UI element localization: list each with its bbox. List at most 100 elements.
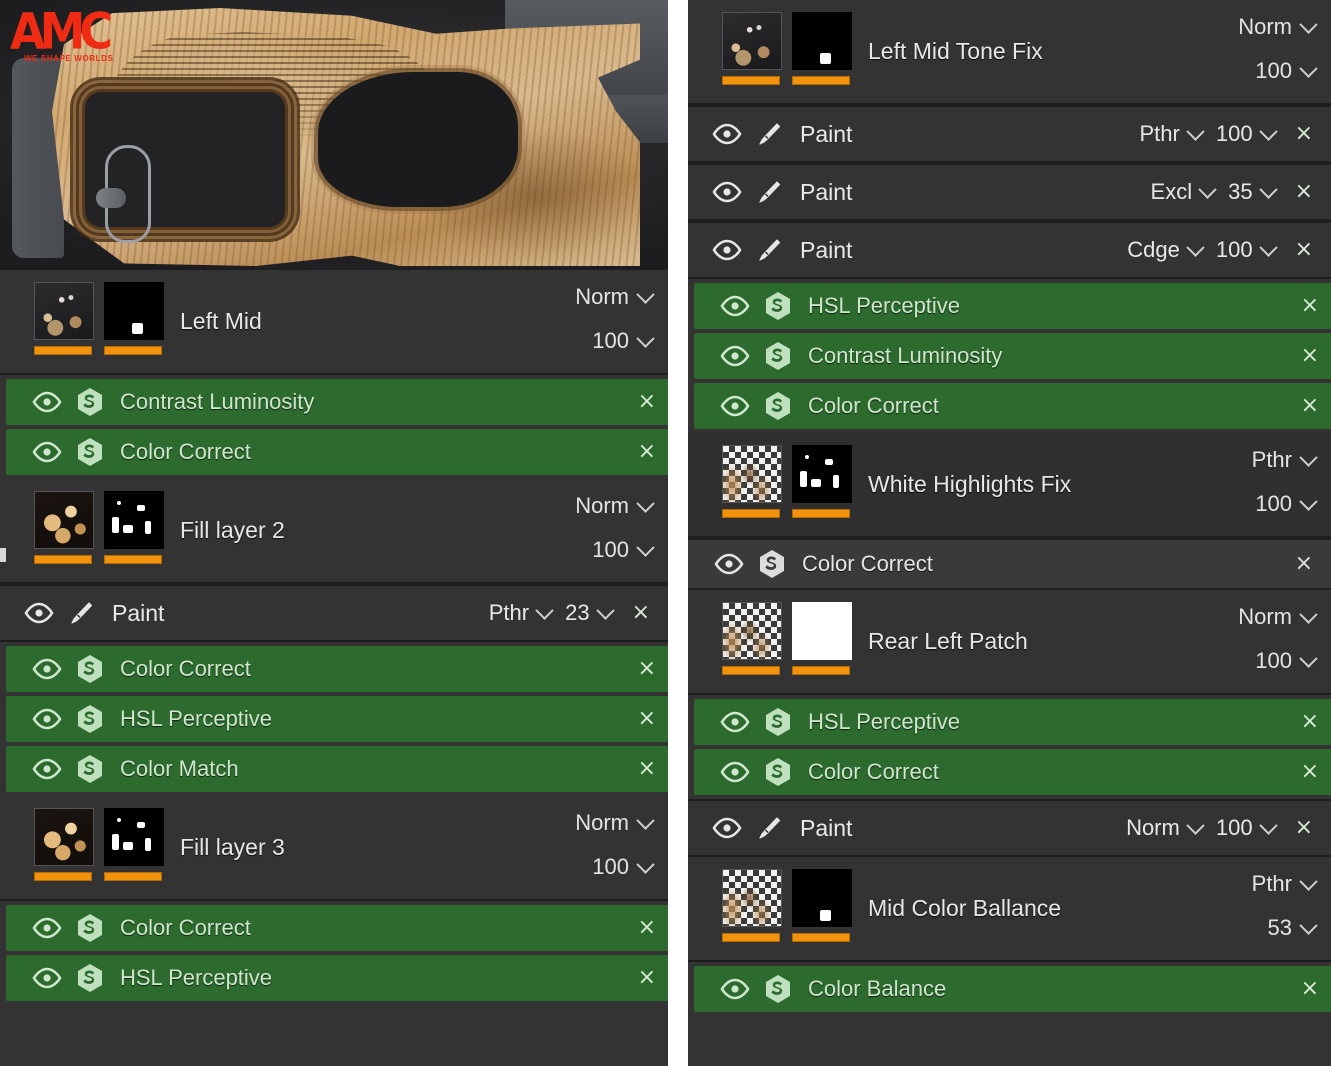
paint-opacity-dropdown[interactable]: 100 (1216, 121, 1275, 147)
content-channel-bar[interactable] (722, 666, 780, 675)
layer-row-fill[interactable]: Left Mid Norm 100 (0, 270, 668, 375)
eye-icon[interactable] (712, 123, 742, 145)
eye-icon[interactable] (712, 817, 742, 839)
mask-thumbnail-group[interactable] (792, 445, 852, 518)
mask-channel-bar[interactable] (104, 872, 162, 881)
chevron-down-icon[interactable] (636, 811, 654, 829)
content-thumbnail[interactable] (722, 602, 782, 660)
content-thumbnail-group[interactable] (722, 869, 782, 942)
remove-effect-button[interactable]: × (1297, 759, 1323, 785)
mask-channel-bar[interactable] (104, 555, 162, 564)
eye-icon[interactable] (720, 295, 750, 317)
paint-row[interactable]: Paint Norm 100 × (688, 799, 1331, 857)
paint-row[interactable]: Paint Pthr 100 × (688, 105, 1331, 163)
chevron-down-icon[interactable] (636, 538, 654, 556)
effect-hexagon-icon[interactable] (76, 754, 104, 784)
paint-opacity-dropdown[interactable]: 35 (1228, 179, 1274, 205)
layer-row-fill[interactable]: Left Mid Tone Fix Norm 100 (688, 0, 1331, 105)
eye-icon[interactable] (720, 761, 750, 783)
chevron-down-icon[interactable] (1299, 15, 1317, 33)
paint-blend-dropdown[interactable]: Pthr (1139, 121, 1201, 147)
brush-icon[interactable] (756, 179, 782, 205)
effect-row[interactable]: Contrast Luminosity × (694, 333, 1331, 379)
effect-hexagon-icon[interactable] (76, 704, 104, 734)
paint-opacity-dropdown[interactable]: 23 (565, 600, 611, 626)
effect-hexagon-icon[interactable] (76, 437, 104, 467)
effect-row[interactable]: Color Match × (6, 746, 668, 792)
mask-thumbnail[interactable] (104, 491, 164, 549)
paint-blend-dropdown[interactable]: Excl (1151, 179, 1215, 205)
eye-icon[interactable] (32, 758, 62, 780)
effect-row[interactable]: Contrast Luminosity × (6, 379, 668, 425)
eye-icon[interactable] (32, 658, 62, 680)
remove-effect-button[interactable]: × (634, 965, 660, 991)
eye-icon[interactable] (32, 917, 62, 939)
eye-icon[interactable] (720, 978, 750, 1000)
chevron-down-icon[interactable] (1186, 816, 1204, 834)
paint-blend-dropdown[interactable]: Cdge (1127, 237, 1202, 263)
eye-icon[interactable] (32, 967, 62, 989)
blend-mode-dropdown[interactable]: Pthr (1252, 871, 1315, 897)
effect-hexagon-icon[interactable] (764, 707, 792, 737)
layer-name[interactable]: Fill layer 3 (180, 834, 285, 861)
effect-hexagon-icon[interactable] (764, 391, 792, 421)
chevron-down-icon[interactable] (636, 494, 654, 512)
mask-channel-bar[interactable] (104, 346, 162, 355)
remove-effect-button[interactable]: × (634, 706, 660, 732)
chevron-down-icon[interactable] (1259, 180, 1277, 198)
eye-icon[interactable] (712, 239, 742, 261)
eye-icon[interactable] (32, 391, 62, 413)
chevron-down-icon[interactable] (1186, 238, 1204, 256)
opacity-dropdown[interactable]: 100 (592, 328, 652, 354)
chevron-down-icon[interactable] (1299, 916, 1317, 934)
effect-hexagon-icon[interactable] (758, 549, 786, 579)
effect-row[interactable]: Color Correct × (694, 383, 1331, 429)
blend-mode-dropdown[interactable]: Norm (575, 493, 652, 519)
mask-channel-bar[interactable] (792, 666, 850, 675)
content-thumbnail-group[interactable] (34, 282, 94, 355)
remove-paint-button[interactable]: × (1291, 121, 1317, 147)
remove-effect-button[interactable]: × (1297, 343, 1323, 369)
eye-icon[interactable] (24, 602, 54, 624)
opacity-dropdown[interactable]: 100 (1255, 58, 1315, 84)
content-channel-bar[interactable] (722, 933, 780, 942)
chevron-down-icon[interactable] (1259, 816, 1277, 834)
effect-row[interactable]: HSL Perceptive × (6, 696, 668, 742)
remove-effect-button[interactable]: × (634, 389, 660, 415)
paint-row[interactable]: Paint Pthr 23 × (0, 584, 668, 642)
chevron-down-icon[interactable] (636, 285, 654, 303)
content-channel-bar[interactable] (34, 346, 92, 355)
effect-row[interactable]: HSL Perceptive × (694, 699, 1331, 745)
paint-row[interactable]: Paint Cdge 100 × (688, 221, 1331, 279)
effect-hexagon-icon[interactable] (76, 654, 104, 684)
paint-row[interactable]: Paint Excl 35 × (688, 163, 1331, 221)
effect-row[interactable]: HSL Perceptive × (6, 955, 668, 1001)
remove-paint-button[interactable]: × (1291, 815, 1317, 841)
effect-hexagon-icon[interactable] (764, 757, 792, 787)
blend-mode-dropdown[interactable]: Pthr (1252, 447, 1315, 473)
content-channel-bar[interactable] (722, 509, 780, 518)
mask-thumbnail[interactable] (792, 602, 852, 660)
chevron-down-icon[interactable] (1299, 492, 1317, 510)
layer-row-fill[interactable]: White Highlights Fix Pthr 100 (688, 433, 1331, 538)
effect-row[interactable]: Color Balance × (694, 966, 1331, 1012)
mask-thumbnail-group[interactable] (104, 808, 164, 881)
remove-effect-button[interactable]: × (634, 915, 660, 941)
mask-thumbnail[interactable] (104, 282, 164, 340)
opacity-dropdown[interactable]: 100 (592, 854, 652, 880)
brush-icon[interactable] (756, 121, 782, 147)
chevron-down-icon[interactable] (636, 329, 654, 347)
eye-icon[interactable] (720, 395, 750, 417)
content-thumbnail[interactable] (722, 445, 782, 503)
content-thumbnail-group[interactable] (722, 445, 782, 518)
content-thumbnail[interactable] (34, 282, 94, 340)
chevron-down-icon[interactable] (1186, 122, 1204, 140)
remove-effect-button[interactable]: × (634, 656, 660, 682)
effect-row[interactable]: Color Correct × (6, 905, 668, 951)
effect-hexagon-icon[interactable] (76, 963, 104, 993)
effect-hexagon-icon[interactable] (764, 291, 792, 321)
paint-opacity-dropdown[interactable]: 100 (1216, 815, 1275, 841)
remove-effect-button[interactable]: × (1297, 293, 1323, 319)
effect-row[interactable]: Color Correct × (6, 646, 668, 692)
mask-thumbnail-group[interactable] (104, 282, 164, 355)
